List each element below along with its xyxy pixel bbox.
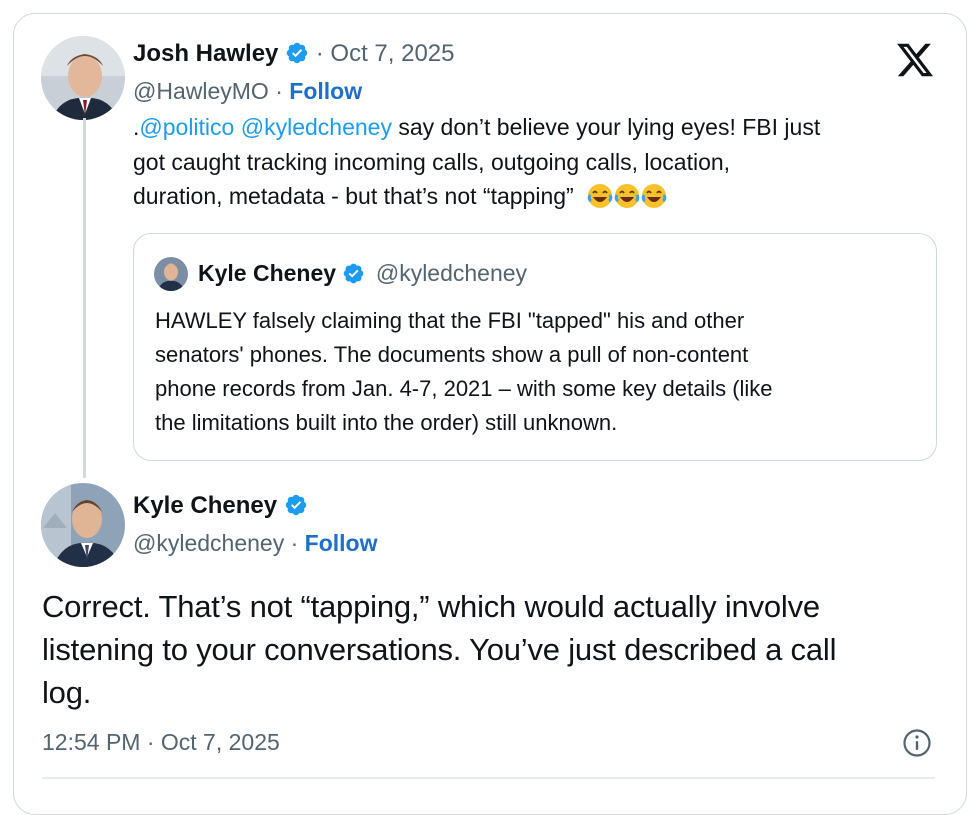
handle-separator: · [275,78,283,104]
avatar-kyle-cheney-small[interactable] [154,257,188,291]
follow-button[interactable]: Follow [305,530,378,556]
verified-badge-icon [286,42,308,64]
main-tweet-line-3: log. [42,675,92,710]
main-tweet-line-1: Correct. That’s not “tapping,” which wou… [42,589,820,624]
verified-badge-icon [344,263,364,284]
handle-separator: · [290,530,299,556]
quoted-text-line-1: HAWLEY falsely claiming that the FBI "ta… [155,308,745,333]
date-separator: · [315,40,324,67]
divider [42,777,935,779]
quoted-text-line-4: the limitations built into the order) st… [155,410,618,435]
main-tweet-line-2: listening to your conversations. You’ve … [42,632,837,667]
follow-button[interactable]: Follow [289,78,362,104]
mention-kyledcheney[interactable]: @kyledcheney [241,114,392,140]
info-icon[interactable] [902,728,932,758]
tweet-text-line-2: got caught tracking incoming calls, outg… [133,149,731,175]
main-author-name[interactable]: Kyle Cheney [133,492,277,519]
verified-badge-icon [285,494,306,516]
author-name[interactable]: Josh Hawley [133,40,278,67]
quoted-author-name[interactable]: Kyle Cheney [198,260,336,286]
thread-connector-line [83,118,86,478]
tweet-text-line-1: .@politico @kyledcheney say don’t believ… [133,114,820,141]
avatar-kyle-cheney[interactable] [41,483,125,567]
tweet-date[interactable]: Oct 7, 2025 [330,40,454,67]
text-line-1-rest: say don’t believe your lying eyes! FBI j… [391,114,821,140]
text-line-3: duration, metadata - but that’s not “tap… [133,183,574,209]
laughing-emoji-icon [614,184,640,208]
mention-politico[interactable]: @politico [139,114,234,140]
quoted-author-handle[interactable]: @kyledcheney [376,260,527,286]
x-logo-icon[interactable] [893,40,937,80]
quoted-tweet-header: Kyle Cheney @kyledcheney [198,260,527,287]
main-author-header: Kyle Cheney [133,492,308,520]
laughing-emoji-icon [587,184,613,208]
quoted-text-line-2: senators' phones. The documents show a p… [155,342,749,367]
quoted-text-line-3: phone records from Jan. 4-7, 2021 – with… [155,376,773,401]
tweet-text-line-3: duration, metadata - but that’s not “tap… [133,183,667,210]
tweet-timestamp[interactable]: 12:54 PM · Oct 7, 2025 [42,729,280,756]
laughing-emoji-group [586,183,667,209]
main-author-handle[interactable]: @kyledcheney [133,530,284,556]
author-handle[interactable]: @HawleyMO [133,78,269,104]
laughing-emoji-icon [641,184,667,208]
handle-row: @HawleyMO · Follow [133,78,362,105]
author-name-header: Josh Hawley · Oct 7, 2025 [133,40,455,68]
avatar-josh-hawley[interactable] [41,36,125,120]
main-handle-row: @kyledcheney · Follow [133,530,378,557]
